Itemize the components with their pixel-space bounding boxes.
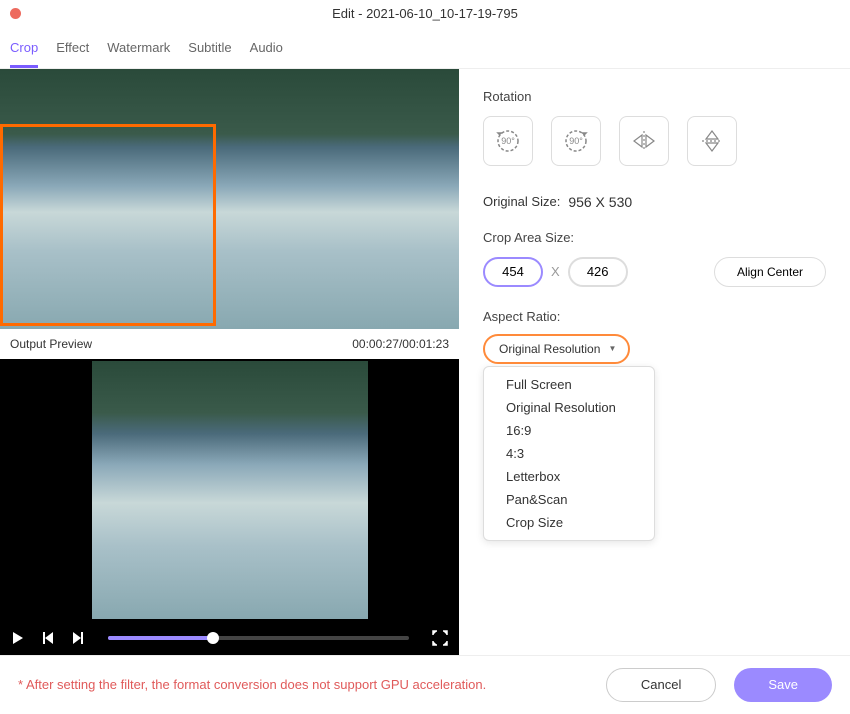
fullscreen-icon[interactable]: [431, 629, 449, 647]
timecode: 00:00:27/00:01:23: [352, 337, 449, 351]
titlebar: Edit - 2021-06-10_10-17-19-795: [0, 0, 850, 28]
tab-watermark[interactable]: Watermark: [107, 34, 170, 68]
aspect-option-original[interactable]: Original Resolution: [484, 396, 654, 419]
rotate-cw-label: 90°: [569, 136, 583, 146]
crop-width-input[interactable]: [483, 257, 543, 287]
close-window-icon[interactable]: [10, 8, 21, 19]
tab-bar: Crop Effect Watermark Subtitle Audio: [0, 28, 850, 69]
aspect-ratio-selected: Original Resolution: [499, 342, 600, 356]
right-panel: Rotation 90° 90° Original Size: 956 X 53…: [459, 69, 850, 655]
left-panel: Output Preview 00:00:27/00:01:23: [0, 69, 459, 655]
rotate-cw-button[interactable]: 90°: [551, 116, 601, 166]
x-separator: X: [551, 264, 560, 279]
crop-preview[interactable]: [0, 69, 459, 329]
rotation-label: Rotation: [483, 89, 826, 104]
tab-audio[interactable]: Audio: [250, 34, 283, 68]
output-thumbnail: [92, 361, 368, 619]
original-size-label: Original Size:: [483, 194, 560, 209]
progress-bar[interactable]: [108, 636, 409, 640]
crop-size-inputs: X Align Center: [483, 257, 826, 287]
progress-fill: [108, 636, 213, 640]
footer: * After setting the filter, the format c…: [0, 655, 850, 714]
progress-thumb[interactable]: [207, 632, 219, 644]
main-area: Output Preview 00:00:27/00:01:23 Rotatio…: [0, 69, 850, 655]
play-icon[interactable]: [10, 630, 26, 646]
aspect-option-fullscreen[interactable]: Full Screen: [484, 373, 654, 396]
aspect-option-letterbox[interactable]: Letterbox: [484, 465, 654, 488]
rotate-ccw-button[interactable]: 90°: [483, 116, 533, 166]
flip-vertical-button[interactable]: [687, 116, 737, 166]
step-forward-icon[interactable]: [70, 630, 86, 646]
crop-height-input[interactable]: [568, 257, 628, 287]
cancel-button[interactable]: Cancel: [606, 668, 716, 702]
aspect-ratio-label: Aspect Ratio:: [483, 309, 826, 324]
step-back-icon[interactable]: [40, 630, 56, 646]
align-center-button[interactable]: Align Center: [714, 257, 826, 287]
warning-text: * After setting the filter, the format c…: [18, 677, 606, 692]
flip-horizontal-button[interactable]: [619, 116, 669, 166]
rotation-buttons: 90° 90°: [483, 116, 826, 166]
rotate-ccw-label: 90°: [501, 136, 515, 146]
original-size-row: Original Size: 956 X 530: [483, 194, 826, 210]
crop-selection-box[interactable]: [0, 124, 216, 326]
tab-effect[interactable]: Effect: [56, 34, 89, 68]
tab-crop[interactable]: Crop: [10, 34, 38, 68]
save-button[interactable]: Save: [734, 668, 832, 702]
tab-subtitle[interactable]: Subtitle: [188, 34, 231, 68]
output-preview-label: Output Preview: [10, 337, 92, 351]
output-preview: [0, 359, 459, 621]
crop-area-label: Crop Area Size:: [483, 230, 826, 245]
aspect-option-4-3[interactable]: 4:3: [484, 442, 654, 465]
original-size-value: 956 X 530: [568, 194, 632, 210]
aspect-option-16-9[interactable]: 16:9: [484, 419, 654, 442]
aspect-option-panscan[interactable]: Pan&Scan: [484, 488, 654, 511]
aspect-option-cropsize[interactable]: Crop Size: [484, 511, 654, 534]
window-title: Edit - 2021-06-10_10-17-19-795: [332, 6, 518, 21]
aspect-ratio-list: Full Screen Original Resolution 16:9 4:3…: [483, 366, 655, 541]
aspect-ratio-dropdown[interactable]: Original Resolution: [483, 334, 630, 364]
playback-controls: [0, 621, 459, 655]
output-info-row: Output Preview 00:00:27/00:01:23: [0, 329, 459, 359]
